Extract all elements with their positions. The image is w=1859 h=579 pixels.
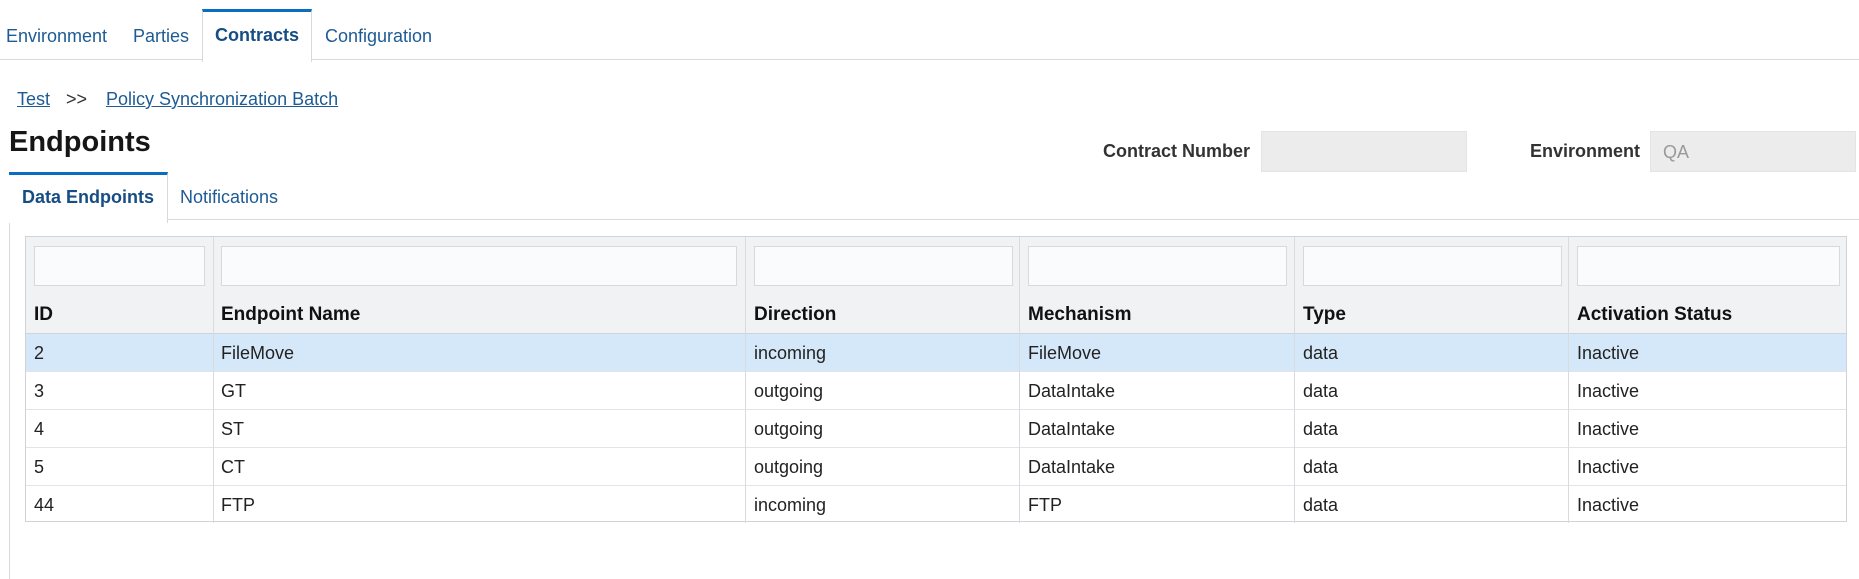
top-navigation: Environment Parties Contracts Configurat… xyxy=(0,0,1859,62)
breadcrumb-link-test[interactable]: Test xyxy=(17,89,50,110)
column-header-endpoint-name[interactable]: Endpoint Name xyxy=(221,296,360,334)
environment-field: QA xyxy=(1650,131,1856,172)
endpoints-table: ID Endpoint Name Direction Mechanism Typ… xyxy=(25,236,1847,524)
tab-environment[interactable]: Environment xyxy=(6,10,107,58)
cell-id: 44 xyxy=(34,495,55,515)
cell-endpoint-name: ST xyxy=(221,419,245,439)
column-header-mechanism[interactable]: Mechanism xyxy=(1028,296,1131,334)
contract-number-field xyxy=(1261,131,1467,172)
cell-endpoint-name: FileMove xyxy=(221,343,295,363)
column-divider xyxy=(1568,237,1569,523)
cell-direction: outgoing xyxy=(754,419,824,439)
cell-id: 3 xyxy=(34,381,45,401)
column-divider xyxy=(1294,237,1295,523)
column-divider xyxy=(745,237,746,523)
table-row[interactable]: 5 CT outgoing DataIntake data Inactive xyxy=(26,448,1846,486)
tab-contracts[interactable]: Contracts xyxy=(202,9,312,62)
cell-endpoint-name: CT xyxy=(221,457,245,477)
column-header-id[interactable]: ID xyxy=(34,296,53,334)
tab-notifications[interactable]: Notifications xyxy=(180,172,278,219)
cell-type: data xyxy=(1303,381,1339,401)
cell-id: 4 xyxy=(34,419,45,439)
cell-id: 5 xyxy=(34,457,45,477)
cell-activation-status: Inactive xyxy=(1577,457,1640,477)
table-row[interactable]: 2 FileMove incoming FileMove data Inacti… xyxy=(26,334,1846,372)
cell-type: data xyxy=(1303,495,1339,515)
tab-parties[interactable]: Parties xyxy=(133,10,189,58)
column-header-activation-status[interactable]: Activation Status xyxy=(1577,296,1732,334)
filter-id-input[interactable] xyxy=(34,246,205,286)
page-title: Endpoints xyxy=(9,126,151,158)
subtabs-divider xyxy=(9,219,1859,220)
table-row[interactable]: 4 ST outgoing DataIntake data Inactive xyxy=(26,410,1846,448)
table-row[interactable]: 3 GT outgoing DataIntake data Inactive xyxy=(26,372,1846,410)
cell-endpoint-name: FTP xyxy=(221,495,255,515)
panel-left-border xyxy=(9,219,10,579)
cell-activation-status: Inactive xyxy=(1577,381,1640,401)
cell-activation-status: Inactive xyxy=(1577,343,1640,363)
cell-id: 2 xyxy=(34,343,45,363)
cell-activation-status: Inactive xyxy=(1577,495,1640,515)
contract-number-label: Contract Number xyxy=(1103,141,1251,161)
cell-direction: incoming xyxy=(754,495,827,515)
breadcrumb-link-policy-synchronization-batch[interactable]: Policy Synchronization Batch xyxy=(106,89,338,110)
filter-direction-input[interactable] xyxy=(754,246,1013,286)
cell-mechanism: FTP xyxy=(1028,495,1062,515)
column-divider xyxy=(213,237,214,523)
cell-direction: outgoing xyxy=(754,381,824,401)
column-header-direction[interactable]: Direction xyxy=(754,296,836,334)
cell-type: data xyxy=(1303,457,1339,477)
filter-activation-status-input[interactable] xyxy=(1577,246,1840,286)
cell-direction: outgoing xyxy=(754,457,824,477)
column-divider xyxy=(1019,237,1020,523)
cell-mechanism: DataIntake xyxy=(1028,457,1116,477)
environment-label: Environment xyxy=(1530,141,1641,161)
filter-endpoint-name-input[interactable] xyxy=(221,246,737,286)
tab-configuration[interactable]: Configuration xyxy=(325,10,432,58)
filter-mechanism-input[interactable] xyxy=(1028,246,1287,286)
cell-activation-status: Inactive xyxy=(1577,419,1640,439)
table-row[interactable]: 44 FTP incoming FTP data Inactive xyxy=(26,486,1846,524)
tab-data-endpoints[interactable]: Data Endpoints xyxy=(9,172,168,223)
breadcrumb-separator: >> xyxy=(66,89,88,109)
cell-type: data xyxy=(1303,343,1339,363)
cell-mechanism: DataIntake xyxy=(1028,381,1116,401)
cell-type: data xyxy=(1303,419,1339,439)
column-header-type[interactable]: Type xyxy=(1303,296,1346,334)
filter-type-input[interactable] xyxy=(1303,246,1562,286)
cell-mechanism: DataIntake xyxy=(1028,419,1116,439)
cell-endpoint-name: GT xyxy=(221,381,246,401)
cell-direction: incoming xyxy=(754,343,827,363)
cell-mechanism: FileMove xyxy=(1028,343,1102,363)
